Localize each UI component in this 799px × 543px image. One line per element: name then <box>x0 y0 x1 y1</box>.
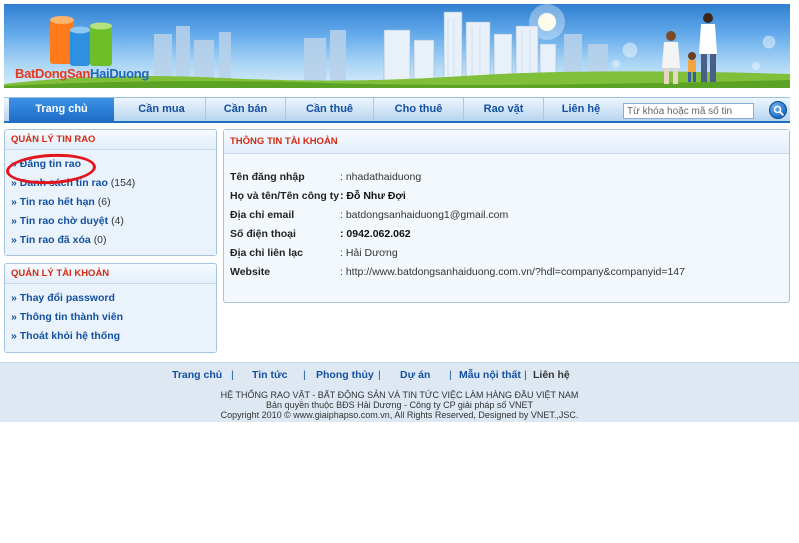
sidebar-item-label[interactable]: Tin rao đã xóa <box>20 234 91 246</box>
info-row-website: Website : http://www.batdongsanhaiduong.c… <box>230 262 685 281</box>
info-label: Địa chỉ liên lạc <box>230 246 303 259</box>
footer-link-projects[interactable]: Dự án <box>400 369 430 381</box>
sidebar-item-pending-listings[interactable]: » Tin rao chờ duyệt (4) <box>5 212 216 231</box>
nav-item-can-mua[interactable]: Cần mua <box>118 98 206 121</box>
nav-item-cho-thue[interactable]: Cho thuê <box>374 98 464 121</box>
info-row-phone: Số điện thoại : 0942.062.062 <box>230 224 685 243</box>
info-value: : nhadathaiduong <box>340 170 422 183</box>
info-value: : batdongsanhaiduong1@gmail.com <box>340 208 509 221</box>
nav-item-can-thue[interactable]: Cần thuê <box>286 98 374 121</box>
logo-text-part2: HaiDuong <box>90 66 149 81</box>
sidebar-item-label[interactable]: Tin rao hết hạn <box>20 196 95 208</box>
sidebar-item-deleted-listings[interactable]: » Tin rao đã xóa (0) <box>5 231 216 250</box>
footer-tagline: HỆ THỐNG RAO VẶT - BẤT ĐỘNG SẢN VÀ TIN T… <box>220 390 579 400</box>
footer-link-contact[interactable]: Liên hệ <box>533 369 570 381</box>
search-input[interactable] <box>623 103 754 119</box>
sidebar-item-listing-list[interactable]: » Danh sách tin rao (154) <box>5 174 216 193</box>
info-row-address: Địa chỉ liên lạc : Hải Dương <box>230 243 685 262</box>
search-button[interactable] <box>769 101 787 119</box>
search-icon <box>773 105 784 116</box>
nav-item-home[interactable]: Trang chủ <box>9 98 114 121</box>
account-management-panel: QUẢN LÝ TÀI KHOẢN » Thay đổi password » … <box>4 263 217 353</box>
listing-management-panel: QUẢN LÝ TIN RAO » Đăng tin rao » Danh sá… <box>4 129 217 256</box>
info-label: Số điện thoại <box>230 227 296 240</box>
account-management-title: QUẢN LÝ TÀI KHOẢN <box>5 264 216 284</box>
account-info-panel: THÔNG TIN TÀI KHOẢN Tên đăng nhập : nhada… <box>223 129 790 303</box>
sidebar-item-post-listing[interactable]: » Đăng tin rao <box>5 155 216 174</box>
footer-link-home[interactable]: Trang chủ <box>172 369 222 381</box>
account-info-table: Tên đăng nhập : nhadathaiduong Họ và tên/… <box>230 167 685 281</box>
footer-link-feng-shui[interactable]: Phong thủy <box>316 369 374 381</box>
sidebar-item-member-info[interactable]: » Thông tin thành viên <box>5 308 216 327</box>
logo-text-part1: BatDongSan <box>15 66 91 81</box>
logo-bars-icon <box>50 16 112 66</box>
info-value: : Đỗ Như Đợi <box>340 189 406 202</box>
sidebar-item-label[interactable]: Tin rao chờ duyệt <box>20 215 108 227</box>
info-label: Tên đăng nhập <box>230 170 305 183</box>
footer-nav: Trang chủ | Tin tức | Phong thủy | Dự án… <box>172 369 570 381</box>
footer-link-news[interactable]: Tin tức <box>252 369 287 381</box>
main-nav: Trang chủ Cần mua Cần bán Cần thuê Cho t… <box>4 97 790 123</box>
sidebar-item-label[interactable]: Danh sách tin rao <box>20 177 108 189</box>
footer-link-interior[interactable]: Mẫu nội thất <box>459 369 521 381</box>
nav-item-rao-vat[interactable]: Rao vặt <box>464 98 544 121</box>
sidebar-item-count: (4) <box>111 215 124 227</box>
footer: Trang chủ | Tin tức | Phong thủy | Dự án… <box>0 362 799 422</box>
info-value: : 0942.062.062 <box>340 227 411 240</box>
info-value: : Hải Dương <box>340 246 398 259</box>
info-value[interactable]: : http://www.batdongsanhaiduong.com.vn/?… <box>340 262 685 281</box>
sidebar-item-label[interactable]: Thoát khỏi hệ thống <box>20 330 120 342</box>
listing-management-title: QUẢN LÝ TIN RAO <box>5 130 216 150</box>
sidebar-item-count: (0) <box>93 234 107 246</box>
info-label: Địa chỉ email <box>230 208 295 221</box>
account-info-title: THÔNG TIN TÀI KHOẢN <box>224 130 789 154</box>
sidebar-item-expired-listings[interactable]: » Tin rao hết hạn (6) <box>5 193 216 212</box>
info-row-email: Địa chỉ email : batdongsanhaiduong1@gmail… <box>230 205 685 224</box>
sidebar-item-change-password[interactable]: » Thay đổi password <box>5 289 216 308</box>
sidebar-item-label[interactable]: Thay đổi password <box>20 292 115 304</box>
sidebar-item-logout[interactable]: » Thoát khỏi hệ thống <box>5 327 216 346</box>
nav-item-lien-he[interactable]: Liên hệ <box>544 98 618 121</box>
footer-copyright: Copyright 2010 © www.giaiphapso.com.vn, … <box>220 410 579 420</box>
footer-ownership: Bản quyền thuộc BĐS Hải Dương - Công ty … <box>266 400 533 410</box>
sidebar-item-label[interactable]: Đăng tin rao <box>20 158 81 170</box>
info-label: Website <box>230 265 271 278</box>
info-row-username: Tên đăng nhập : nhadathaiduong <box>230 167 685 186</box>
sidebar-item-count: (154) <box>110 177 136 189</box>
sidebar-item-count: (6) <box>97 196 111 208</box>
sidebar-item-label[interactable]: Thông tin thành viên <box>20 311 123 323</box>
site-logo[interactable]: BatDongSanHaiDuong <box>15 66 149 81</box>
header-banner: BatDongSanHaiDuong <box>4 4 790 88</box>
info-label: Họ và tên/Tên công ty <box>230 189 340 202</box>
nav-item-can-ban[interactable]: Cần bán <box>206 98 286 121</box>
info-row-fullname: Họ và tên/Tên công ty: Đỗ Như Đợi <box>230 186 685 205</box>
